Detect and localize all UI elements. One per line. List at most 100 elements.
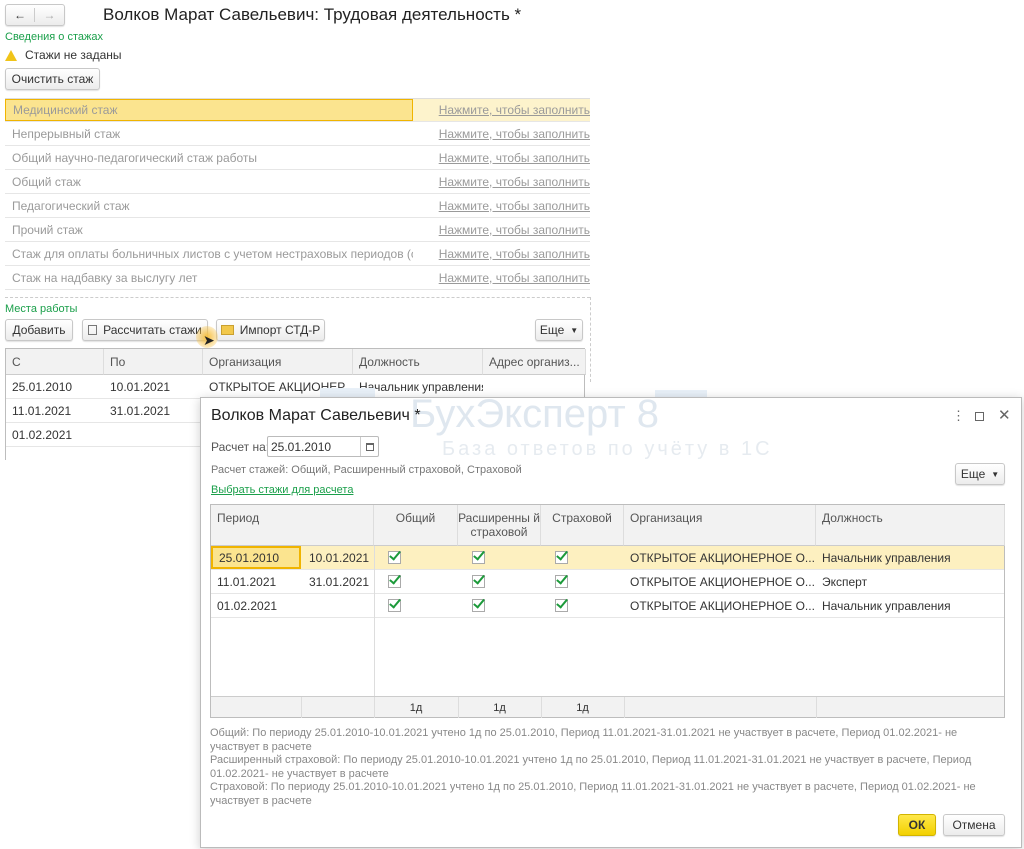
period-to[interactable] — [303, 594, 374, 617]
stazh-row[interactable]: Медицинский стаж Нажмите, чтобы заполнить — [5, 98, 590, 122]
table-cell: 31.01.2021 — [110, 403, 171, 418]
checkmark-icon — [555, 599, 568, 612]
clear-stazh-button[interactable]: Очистить стаж — [5, 68, 100, 90]
fill-link[interactable]: Нажмите, чтобы заполнить — [439, 151, 590, 165]
nav-buttons: ← → — [5, 4, 65, 26]
stazh-label: Педагогический стаж — [12, 198, 130, 213]
fill-link[interactable]: Нажмите, чтобы заполнить — [439, 175, 590, 189]
checkmark-icon — [555, 575, 568, 588]
stazh-row[interactable]: Педагогический стаж Нажмите, чтобы заполн… — [5, 194, 590, 218]
table-row[interactable]: 01.02.2021 ОТКРЫТОЕ АКЦИОНЕРНОЕ О... Начал… — [211, 594, 1004, 618]
select-stazh-link[interactable]: Выбрать стажи для расчета — [211, 484, 353, 496]
period-to[interactable]: 31.01.2021 — [303, 570, 374, 593]
table-cell: 25.01.2010 — [12, 379, 73, 394]
ok-button[interactable]: ОК — [898, 814, 936, 836]
fill-link[interactable]: Нажмите, чтобы заполнить — [439, 271, 590, 285]
divider — [374, 546, 375, 696]
fill-link[interactable]: Нажмите, чтобы заполнить — [439, 247, 590, 261]
divider — [624, 697, 625, 718]
total-value: 1д — [409, 701, 423, 714]
more-button[interactable]: Еще ▼ — [535, 319, 583, 341]
total-value: 1д — [493, 701, 506, 714]
calc-table: Период Общий Расширенны й страховой Страхов… — [210, 504, 1005, 718]
position: Начальник управления — [822, 550, 951, 565]
calc-label: Рассчитать стажи — [103, 323, 202, 337]
table-cell: 11.01.2021 — [12, 403, 72, 418]
column-header[interactable]: Адрес организ... — [483, 349, 586, 375]
work-section-title: Места работы — [5, 303, 78, 315]
stazh-label: Медицинский стаж — [5, 99, 413, 121]
period-from[interactable]: 01.02.2021 — [211, 594, 301, 617]
checkbox[interactable] — [382, 594, 412, 617]
checkmark-icon — [388, 599, 401, 612]
forward-button[interactable]: → — [35, 8, 64, 22]
column-header[interactable]: Страховой — [541, 505, 624, 546]
stazh-row[interactable]: Общий стаж Нажмите, чтобы заполнить — [5, 170, 590, 194]
divider — [301, 697, 302, 718]
table-row[interactable]: 11.01.2021 31.01.2021 ОТКРЫТОЕ АКЦИОНЕРНОЕ… — [211, 570, 1004, 594]
column-header[interactable]: Организация — [624, 505, 816, 546]
calendar-icon[interactable] — [360, 437, 378, 456]
dialog-title: Волков Марат Савельевич * — [211, 407, 421, 424]
position: Эксперт — [822, 574, 868, 589]
fill-link[interactable]: Нажмите, чтобы заполнить — [439, 127, 590, 141]
calc-notes: Общий: По периоду 25.01.2010-10.01.2021 … — [210, 727, 1005, 808]
checkbox[interactable] — [382, 546, 412, 569]
checkbox[interactable] — [549, 546, 579, 569]
import-std-button[interactable]: Импорт СТД-Р — [216, 319, 325, 341]
divider — [5, 297, 590, 298]
column-header[interactable]: Общий — [374, 505, 458, 546]
close-icon[interactable]: ✕ — [998, 406, 1011, 424]
organization: ОТКРЫТОЕ АКЦИОНЕРНОЕ О... — [630, 550, 815, 565]
calculator-icon — [88, 325, 98, 335]
calc-stazh-button[interactable]: Рассчитать стажи — [82, 319, 208, 341]
checkbox[interactable] — [549, 570, 579, 593]
fill-link[interactable]: Нажмите, чтобы заполнить — [439, 223, 590, 237]
table-cell: 10.01.2021 — [110, 379, 171, 394]
warning: Стажи не заданы — [5, 48, 122, 62]
back-button[interactable]: ← — [6, 8, 36, 22]
column-header[interactable]: Период — [211, 505, 374, 546]
column-header[interactable]: По — [104, 349, 203, 375]
column-header[interactable]: Должность — [816, 505, 1005, 546]
stazh-label: Непрерывный стаж — [12, 126, 121, 141]
checkbox[interactable] — [382, 570, 412, 593]
stazh-row[interactable]: Общий научно-педагогический стаж работы Н… — [5, 146, 590, 170]
watermark-tagline: База ответов по учёту в 1С — [442, 438, 773, 460]
table-cell: 01.02.2021 — [12, 427, 73, 442]
column-header[interactable]: Организация — [203, 349, 353, 375]
period-from[interactable]: 11.01.2021 — [211, 570, 301, 593]
column-header[interactable]: Должность — [353, 349, 483, 375]
checkmark-icon — [472, 551, 485, 564]
fill-link[interactable]: Нажмите, чтобы заполнить — [439, 103, 590, 117]
dialog-more-button[interactable]: Еще ▼ — [955, 463, 1005, 485]
period-to[interactable]: 10.01.2021 — [303, 546, 374, 569]
maximize-icon[interactable] — [975, 412, 984, 421]
watermark-brand: БухЭксперт 8 — [410, 392, 660, 436]
stazh-row[interactable]: Стаж для оплаты больничных листов с учет… — [5, 242, 590, 266]
column-header[interactable]: С — [6, 349, 104, 375]
warning-icon — [5, 49, 17, 61]
cancel-button[interactable]: Отмена — [943, 814, 1005, 836]
period-from[interactable]: 25.01.2010 — [211, 546, 301, 569]
checkbox[interactable] — [549, 594, 579, 617]
checkbox[interactable] — [466, 570, 496, 593]
note-line: Расширенный страховой: По периоду 25.01.… — [210, 754, 972, 780]
date-label: Расчет на: — [211, 440, 270, 454]
checkbox[interactable] — [466, 546, 496, 569]
stazh-row[interactable]: Стаж на надбавку за выслугу лет Нажмите, … — [5, 266, 590, 290]
add-button[interactable]: Добавить — [5, 319, 73, 341]
stazh-row[interactable]: Непрерывный стаж Нажмите, чтобы заполнить — [5, 122, 590, 146]
stazh-row[interactable]: Прочий стаж Нажмите, чтобы заполнить — [5, 218, 590, 242]
stazh-section-title: Сведения о стажах — [5, 31, 103, 43]
menu-icon[interactable]: ⋮ — [952, 408, 965, 424]
checkbox[interactable] — [466, 594, 496, 617]
column-header[interactable]: Расширенны й страховой — [458, 505, 541, 546]
table-row[interactable]: 25.01.2010 10.01.2021 ОТКРЫТОЕ АКЦИОНЕРНОЕ… — [211, 546, 1004, 570]
calc-info: Расчет стажей: Общий, Расширенный страхо… — [211, 464, 522, 476]
note-line: Страховой: По периоду 25.01.2010-10.01.2… — [210, 781, 976, 807]
stazh-label: Общий научно-педагогический стаж работы — [12, 150, 258, 165]
date-input[interactable]: 25.01.2010 — [267, 436, 379, 457]
fill-link[interactable]: Нажмите, чтобы заполнить — [439, 199, 590, 213]
dropdown-icon: ▼ — [570, 325, 579, 335]
